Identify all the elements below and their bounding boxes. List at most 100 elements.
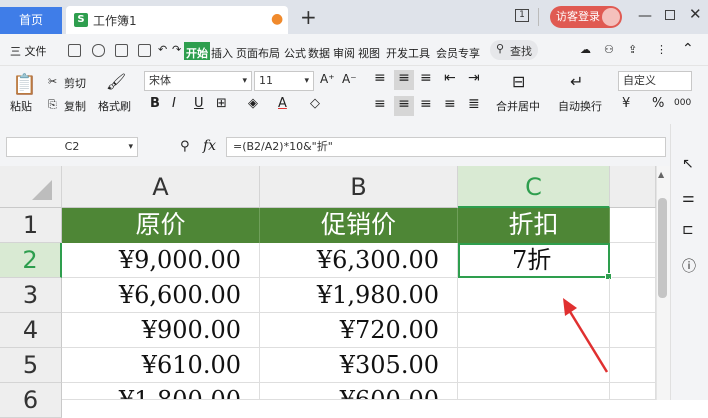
print-icon[interactable] bbox=[115, 44, 128, 57]
cell-b5[interactable]: ¥305.00 bbox=[260, 348, 458, 383]
justify-icon[interactable]: ≡ bbox=[444, 96, 456, 112]
more-icon[interactable]: ⋮ bbox=[656, 43, 667, 56]
align-right-icon[interactable]: ≡ bbox=[420, 96, 432, 112]
select-pointer-icon[interactable]: ↖ bbox=[682, 156, 694, 172]
scrollbar-thumb[interactable] bbox=[658, 198, 667, 298]
cell-b3[interactable]: ¥1,980.00 bbox=[260, 278, 458, 313]
column-header-c[interactable]: C bbox=[458, 166, 610, 208]
close-button[interactable]: ✕ bbox=[689, 5, 702, 23]
header-cell-b1[interactable]: 促销价 bbox=[260, 208, 458, 243]
cell-d2[interactable] bbox=[612, 243, 656, 278]
menu-page-layout[interactable]: 页面布局 bbox=[236, 45, 280, 61]
menu-formula[interactable]: 公式 bbox=[284, 45, 306, 61]
row-header-6[interactable]: 6 bbox=[0, 383, 62, 418]
header-cell-a1[interactable]: 原价 bbox=[62, 208, 260, 243]
cell-a5[interactable]: ¥610.00 bbox=[62, 348, 260, 383]
print-preview-icon[interactable] bbox=[138, 44, 151, 57]
cell-a6[interactable]: ¥1,800.00 bbox=[62, 383, 260, 400]
column-header-b[interactable]: B bbox=[260, 166, 458, 208]
align-left-icon[interactable]: ≡ bbox=[374, 96, 386, 112]
cell-d3[interactable] bbox=[610, 278, 656, 313]
save-icon[interactable] bbox=[68, 44, 81, 57]
row-header-4[interactable]: 4 bbox=[0, 313, 62, 348]
cell-d1[interactable] bbox=[610, 208, 656, 243]
fill-color-icon[interactable]: ◈ bbox=[248, 96, 258, 111]
format-painter-button[interactable]: 格式刷 bbox=[98, 98, 131, 114]
align-top-icon[interactable]: ≡ bbox=[374, 70, 386, 86]
window-count[interactable]: 1 bbox=[515, 9, 529, 22]
wrap-icon[interactable]: ↵ bbox=[570, 72, 583, 91]
menu-data[interactable]: 数据 bbox=[308, 45, 330, 61]
menu-file[interactable]: 三 文件 bbox=[10, 43, 47, 59]
column-header-a[interactable]: A bbox=[62, 166, 260, 208]
name-box[interactable]: C2 ▾ bbox=[6, 137, 138, 157]
distributed-icon[interactable]: ≣ bbox=[468, 96, 480, 112]
menu-member[interactable]: 会员专享 bbox=[436, 45, 480, 61]
undo-icon[interactable]: ↶ bbox=[158, 43, 167, 56]
merge-center-button[interactable]: 合并居中 bbox=[496, 98, 540, 114]
formula-input[interactable]: =(B2/A2)*10&"折" bbox=[226, 137, 666, 157]
cell-b4[interactable]: ¥720.00 bbox=[260, 313, 458, 348]
cell-d6[interactable] bbox=[610, 383, 656, 400]
paste-button[interactable]: 粘贴 bbox=[10, 98, 32, 114]
scroll-up-icon[interactable]: ▲ bbox=[658, 170, 664, 179]
fx-icon[interactable]: fx bbox=[203, 138, 216, 154]
currency-button[interactable]: ¥ bbox=[622, 96, 630, 111]
share-icon[interactable]: ⇪ bbox=[628, 43, 637, 56]
header-cell-c1[interactable]: 折扣 bbox=[458, 208, 610, 243]
cell-a4[interactable]: ¥900.00 bbox=[62, 313, 260, 348]
new-tab-button[interactable]: + bbox=[300, 6, 317, 28]
cell-b6[interactable]: ¥600.00 bbox=[260, 383, 458, 400]
format-panel-icon[interactable]: ⊏ bbox=[682, 222, 694, 238]
font-color-icon[interactable]: A bbox=[278, 96, 287, 111]
collaborate-icon[interactable]: ⚇ bbox=[604, 43, 614, 56]
copy-icon[interactable]: ⎘ bbox=[48, 98, 57, 112]
column-header-d[interactable] bbox=[610, 166, 656, 208]
comma-button[interactable]: 000 bbox=[674, 98, 691, 108]
cell-b2[interactable]: ¥6,300.00 bbox=[260, 243, 458, 278]
zoom-search-icon[interactable]: ⚲ bbox=[180, 139, 190, 154]
copy-button[interactable]: 复制 bbox=[64, 98, 86, 114]
select-all-corner[interactable] bbox=[0, 166, 62, 208]
help-icon[interactable]: ⓘ bbox=[682, 256, 696, 276]
menu-insert[interactable]: 插入 bbox=[211, 45, 233, 61]
cell-a3[interactable]: ¥6,600.00 bbox=[62, 278, 260, 313]
wrap-text-button[interactable]: 自动换行 bbox=[558, 98, 602, 114]
italic-icon[interactable]: I bbox=[172, 96, 176, 111]
clear-format-icon[interactable]: ◇ bbox=[310, 96, 320, 111]
menu-developer[interactable]: 开发工具 bbox=[386, 45, 430, 61]
bold-icon[interactable]: B bbox=[150, 96, 160, 111]
cell-c6[interactable] bbox=[458, 383, 610, 400]
indent-decrease-icon[interactable]: ⇤ bbox=[444, 70, 456, 86]
minimize-button[interactable]: — bbox=[638, 8, 652, 24]
underline-icon[interactable]: U bbox=[194, 96, 204, 111]
decrease-font-icon[interactable]: A⁻ bbox=[342, 72, 357, 86]
search-box[interactable]: ⚲ 查找 bbox=[490, 40, 538, 60]
font-name-select[interactable]: 宋体 ▾ bbox=[144, 71, 252, 91]
align-middle-icon[interactable]: ≡ bbox=[394, 70, 414, 90]
number-format-select[interactable]: 自定义 bbox=[618, 71, 692, 91]
border-icon[interactable]: ⊞ bbox=[216, 96, 227, 111]
maximize-button[interactable] bbox=[665, 10, 675, 20]
login-button[interactable]: 访客登录 bbox=[550, 6, 622, 28]
menu-view[interactable]: 视图 bbox=[358, 45, 380, 61]
cell-d5[interactable] bbox=[610, 348, 656, 383]
cell-a2[interactable]: ¥9,000.00 bbox=[62, 243, 260, 278]
increase-font-icon[interactable]: A⁺ bbox=[320, 72, 335, 86]
percent-button[interactable]: % bbox=[652, 96, 664, 111]
font-size-select[interactable]: 11 ▾ bbox=[254, 71, 314, 91]
cell-c2-selected[interactable]: 7折 bbox=[458, 243, 610, 278]
cloud-icon[interactable]: ☁ bbox=[580, 43, 591, 56]
tab-workbook[interactable]: S 工作簿1 ● bbox=[66, 6, 288, 34]
row-header-5[interactable]: 5 bbox=[0, 348, 62, 383]
paste-icon[interactable]: 📋 bbox=[12, 72, 37, 96]
properties-icon[interactable]: ⚌ bbox=[682, 190, 695, 206]
menu-review[interactable]: 审阅 bbox=[333, 45, 355, 61]
align-center-icon[interactable]: ≡ bbox=[394, 96, 414, 116]
row-header-1[interactable]: 1 bbox=[0, 208, 62, 243]
cut-button[interactable]: 剪切 bbox=[64, 75, 86, 91]
menu-home[interactable]: 开始 bbox=[186, 45, 208, 61]
merge-icon[interactable]: ⊟ bbox=[512, 72, 525, 91]
cut-icon[interactable]: ✂ bbox=[48, 75, 57, 88]
redo-icon[interactable]: ↷ bbox=[172, 43, 181, 56]
